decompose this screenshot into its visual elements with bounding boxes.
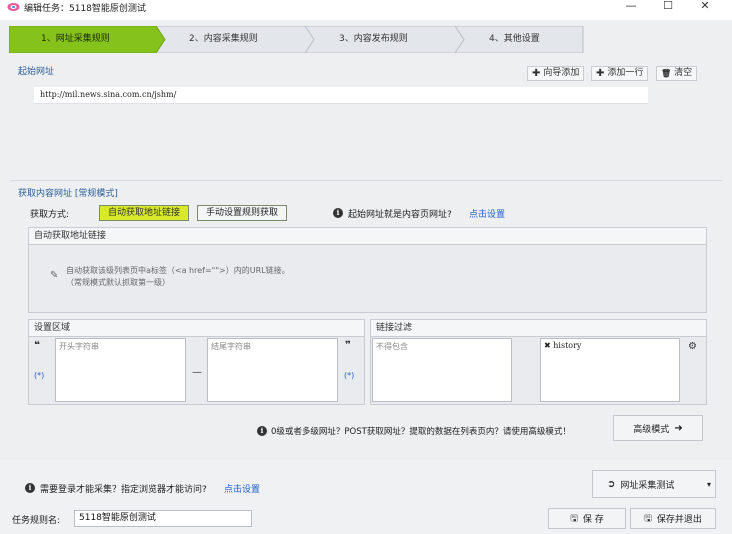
pencil-icon: ✎ [50,270,59,281]
login-setting-link[interactable]: 点击设置 [224,482,260,495]
save-and-exit-button[interactable]: 🖫 保存并退出 [630,508,716,529]
wildcard-right: (*) [344,371,355,380]
trash-icon: 🗑 [661,69,672,78]
exclude-input[interactable]: 不得包含 [372,338,512,402]
dropdown-arrow-icon[interactable]: ▾ [707,480,711,489]
range-dash: — [192,367,202,378]
minimize-button[interactable]: — [616,0,646,12]
title-bar: 编辑任务：5118智能原创测试 — ☐ ✕ [0,0,732,14]
login-arrow-icon: ➲ [607,478,616,490]
step-3[interactable]: 3、内容发布规则 [315,26,455,53]
start-url-input[interactable]: http://mil.news.sina.com.cn/jshm/ [34,87,648,104]
close-button[interactable]: ✕ [690,0,720,12]
auto-get-links-toggle[interactable]: 自动获取地址链接 [99,205,190,221]
plus-icon: ✚ [596,68,605,79]
add-line-button[interactable]: ✚ 添加一行 [591,66,649,81]
advanced-notice: 0级或者多级网址？POST获取网址？提取的数据在列表页内？请使用高级模式！ [271,427,571,437]
remove-filter-icon[interactable]: ✖ [544,341,551,350]
info-icon: i [333,208,343,218]
start-url-label: 起始网址 [18,67,55,77]
gear-icon[interactable]: ⚙ [688,341,697,352]
close-quote-icon: ❞ [345,340,351,351]
wildcard-left: (*) [34,371,45,380]
app-logo-icon [7,3,20,11]
step-1[interactable]: 1、网址采集规则 [9,26,159,53]
floppy-icon: 🖫 [570,513,578,524]
task-name-input[interactable]: 5118智能原创测试 [74,510,252,527]
manual-rule-toggle[interactable]: 手动设置规则获取 [197,205,288,221]
content-url-label: 获取内容网址 [常规模式] [18,189,118,199]
start-url-question: 起始网址就是内容页网址? [348,210,452,220]
start-url-setting-link[interactable]: 点击设置 [469,207,505,220]
step-4[interactable]: 4、其他设置 [465,26,585,53]
maximize-button[interactable]: ☐ [653,0,683,12]
info-icon: i [25,483,35,493]
open-quote-icon: ❝ [34,340,40,351]
region-panel-title: 设置区域 [29,320,364,337]
info-icon: i [257,426,267,436]
clear-button[interactable]: 🗑 清空 [656,66,698,81]
include-filter-list[interactable]: ✖ history [540,338,680,402]
wizard-add-button[interactable]: ✚ 向导添加 [527,66,585,81]
arrow-right-icon: ➜ [674,422,683,434]
method-label: 获取方式: [30,210,70,220]
advanced-mode-button[interactable]: 高级模式 ➜ [613,415,703,441]
auto-hint-line1: 自动获取该级列表页中a标签（<a href="">）内的URL链接。 [66,266,290,275]
window-title: 编辑任务：5118智能原创测试 [24,4,146,14]
step-2[interactable]: 2、内容采集规则 [165,26,305,53]
link-filter-panel-title: 链接过滤 [371,320,706,337]
wizard-steps: 1、网址采集规则 2、内容采集规则 3、内容发布规则 4、其他设置 [9,26,587,53]
login-notice: 需要登录才能采集？指定浏览器才能访问? [40,485,207,495]
plus-icon: ✚ [532,68,541,79]
filter-item: history [553,341,582,350]
auto-hint-line2: （常规模式默认抓取第一级） [66,278,170,287]
save-button[interactable]: 🖫 保 存 [548,508,626,529]
divider [10,180,722,181]
end-string-input[interactable]: 结尾字符串 [207,338,338,402]
task-name-label: 任务规则名: [12,516,61,526]
floppy-icon: 🖫 [644,513,652,524]
auto-links-panel-title: 自动获取地址链接 [29,228,706,245]
url-crawl-test-button[interactable]: ➲ 网址采集测试 ▾ [592,470,716,498]
start-string-input[interactable]: 开头字符串 [55,338,186,402]
